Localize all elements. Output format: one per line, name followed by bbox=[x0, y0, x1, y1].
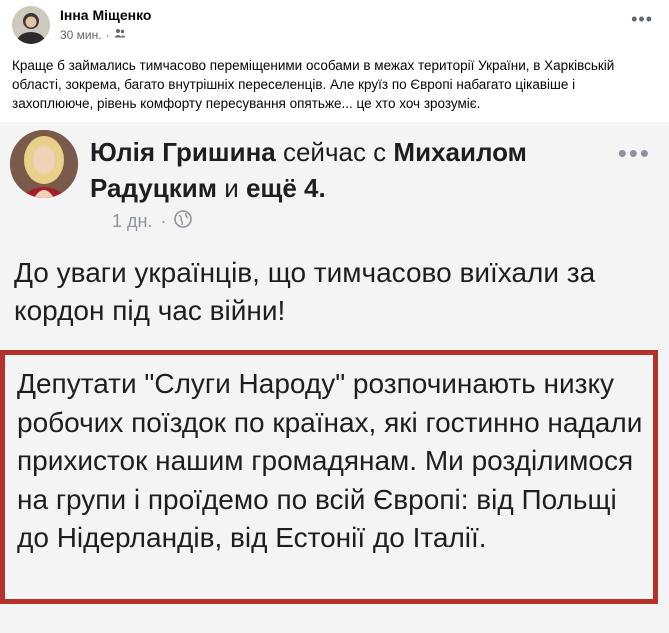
inner-with-text: сейчас с bbox=[282, 137, 387, 167]
inner-others: ещё 4. bbox=[245, 173, 326, 203]
time-separator: · bbox=[105, 27, 110, 42]
quote-text: Депутати "Слуги Народу" розпочинають низ… bbox=[17, 368, 643, 553]
inner-and-text: и bbox=[224, 173, 239, 203]
post-header: Інна Міщенко 30 мин. · ••• bbox=[0, 0, 669, 44]
post-text: Краще б займались тимчасово переміщеними… bbox=[12, 58, 615, 111]
inner-options-icon: ••• bbox=[617, 138, 651, 168]
author-avatar[interactable] bbox=[12, 6, 50, 44]
inner-post-meta: 1 дн. · bbox=[112, 210, 193, 233]
inner-author-name: Юлія Гришина bbox=[90, 137, 276, 167]
globe-icon bbox=[174, 210, 193, 233]
highlighted-quote-frame: Депутати "Слуги Народу" розпочинають низ… bbox=[0, 350, 658, 604]
friends-icon bbox=[114, 27, 126, 42]
inner-author-avatar bbox=[10, 130, 78, 198]
post-time[interactable]: 30 мин. bbox=[60, 28, 102, 42]
post-options-button[interactable]: ••• bbox=[631, 10, 653, 28]
post-meta: 30 мин. · bbox=[60, 27, 126, 42]
inner-post-time: 1 дн. bbox=[112, 211, 153, 231]
author-name[interactable]: Інна Міщенко bbox=[60, 7, 151, 23]
shared-screenshot: Юлія Гришина сейчас с Михаилом Радуцким … bbox=[0, 122, 669, 633]
inner-time-separator: · bbox=[160, 211, 167, 231]
inner-post-header: Юлія Гришина сейчас с Михаилом Радуцким … bbox=[90, 134, 610, 206]
inner-intro-text: До уваги українців, що тимчасово виїхали… bbox=[14, 257, 596, 326]
